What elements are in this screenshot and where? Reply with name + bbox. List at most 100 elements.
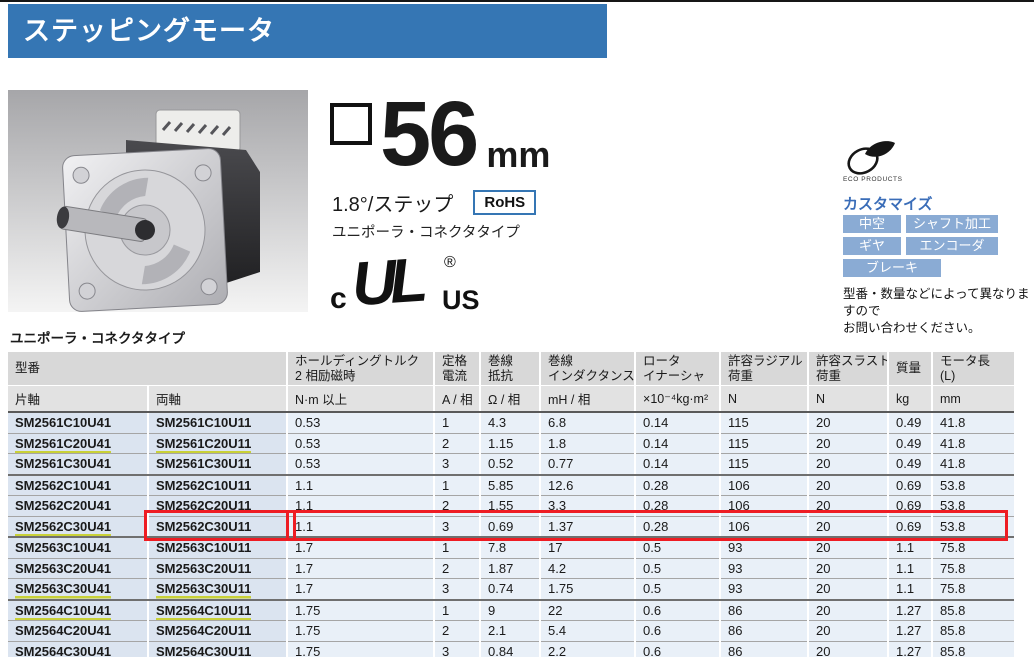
column-header: ロータ イナーシャ xyxy=(635,352,720,386)
value-cell: 93 xyxy=(720,579,808,600)
customize-note-line1: 型番・数量などによって異なりますので xyxy=(843,286,1034,320)
value-cell: 106 xyxy=(720,475,808,496)
value-cell: 0.69 xyxy=(888,475,932,496)
value-cell: 0.28 xyxy=(635,496,720,517)
svg-text:UL: UL xyxy=(350,246,427,313)
title-bar: ステッピングモータ xyxy=(8,4,607,58)
frame-size-spec: 56 mm xyxy=(330,92,550,176)
value-cell: 86 xyxy=(720,641,808,657)
motor-front-plate xyxy=(51,148,227,312)
model-number-single: SM2563C30U41 xyxy=(15,581,111,596)
model-number-single: SM2564C30U41 xyxy=(15,644,111,657)
model-cell-single: SM2562C20U41 xyxy=(8,496,148,517)
column-header-line2: 抵抗 xyxy=(488,369,539,384)
column-header: モータ長 (L) xyxy=(932,352,1014,386)
table-row: SM2562C30U41 SM2562C30U111.130.691.370.2… xyxy=(8,516,1014,537)
value-cell: 20 xyxy=(808,600,888,621)
model-number-double: SM2564C10U11 xyxy=(156,603,251,618)
spec-table: 型番 ホールディングトルク 2 相励磁時 定格 電流 巻線 抵抗 巻線 インダク… xyxy=(8,352,1014,657)
column-header-line1: モータ長 xyxy=(940,354,1014,369)
column-unit: mm xyxy=(932,386,1014,413)
value-cell: 0.14 xyxy=(635,433,720,454)
value-cell: 0.84 xyxy=(480,641,540,657)
value-cell: 4.2 xyxy=(540,558,635,579)
spec-table-wrap: 型番 ホールディングトルク 2 相励磁時 定格 電流 巻線 抵抗 巻線 インダク… xyxy=(8,352,1014,657)
value-cell: 0.52 xyxy=(480,454,540,475)
value-cell: 0.69 xyxy=(888,516,932,537)
value-cell: 0.49 xyxy=(888,433,932,454)
table-row: SM2561C10U41 SM2561C10U110.5314.36.80.14… xyxy=(8,412,1014,433)
value-cell: 1.1 xyxy=(888,579,932,600)
value-cell: 1.1 xyxy=(888,537,932,558)
model-number-single: SM2561C20U41 xyxy=(15,436,111,451)
value-cell: 93 xyxy=(720,537,808,558)
value-cell: 0.69 xyxy=(480,516,540,537)
model-cell-double: SM2561C10U11 xyxy=(148,412,287,433)
model-number-double: SM2563C30U11 xyxy=(156,581,251,596)
value-cell: 0.28 xyxy=(635,475,720,496)
value-cell: 22 xyxy=(540,600,635,621)
value-cell: 2.1 xyxy=(480,621,540,642)
table-row: SM2563C20U41 SM2563C20U111.721.874.20.59… xyxy=(8,558,1014,579)
product-type-label: ユニポーラ・コネクタタイプ xyxy=(332,221,520,242)
model-number-double: SM2563C20U11 xyxy=(156,561,251,576)
model-number-double: SM2561C30U11 xyxy=(156,456,251,471)
column-header-line2: 電流 xyxy=(442,369,479,384)
column-unit: kg xyxy=(888,386,932,413)
value-cell: 41.8 xyxy=(932,412,1014,433)
customize-badge: シャフト加工 xyxy=(906,215,998,233)
column-header-line1: 巻線 xyxy=(548,354,634,369)
column-unit: N·m 以上 xyxy=(287,386,434,413)
column-header-line2: 2 相励磁時 xyxy=(295,369,433,384)
column-header-line1: 許容スラスト xyxy=(816,354,887,369)
product-photo xyxy=(8,90,308,312)
table-row: SM2563C30U41 SM2563C30U111.730.741.750.5… xyxy=(8,579,1014,600)
model-number-single: SM2563C20U41 xyxy=(15,561,111,576)
rohs-badge: RoHS xyxy=(473,190,536,215)
value-cell: 0.5 xyxy=(635,537,720,558)
value-cell: 41.8 xyxy=(932,433,1014,454)
value-cell: 3 xyxy=(434,579,480,600)
value-cell: 1.1 xyxy=(287,496,434,517)
value-cell: 2 xyxy=(434,496,480,517)
model-cell-double: SM2564C10U11 xyxy=(148,600,287,621)
value-cell: 20 xyxy=(808,516,888,537)
square-frame-icon xyxy=(330,103,372,145)
customize-heading: カスタマイズ xyxy=(843,193,933,214)
svg-text:US: US xyxy=(442,285,480,313)
table-row: SM2564C10U41 SM2564C10U111.7519220.68620… xyxy=(8,600,1014,621)
model-cell-single: SM2563C10U41 xyxy=(8,537,148,558)
double-shaft-header: 両軸 xyxy=(148,386,287,413)
column-header-line1: 許容ラジアル xyxy=(728,354,807,369)
value-cell: 20 xyxy=(808,579,888,600)
column-unit: N xyxy=(808,386,888,413)
value-cell: 20 xyxy=(808,412,888,433)
value-cell: 1.7 xyxy=(287,558,434,579)
column-header: 巻線 抵抗 xyxy=(480,352,540,386)
model-cell-double: SM2561C30U11 xyxy=(148,454,287,475)
value-cell: 85.8 xyxy=(932,600,1014,621)
motor-image xyxy=(8,90,308,312)
value-cell: 86 xyxy=(720,621,808,642)
value-cell: 5.85 xyxy=(480,475,540,496)
table-row: SM2561C30U41 SM2561C30U110.5330.520.770.… xyxy=(8,454,1014,475)
model-number-single: SM2564C10U41 xyxy=(15,603,111,618)
model-cell-single: SM2562C10U41 xyxy=(8,475,148,496)
customize-note-line2: お問い合わせください。 xyxy=(843,320,1034,337)
value-cell: 0.5 xyxy=(635,579,720,600)
table-row: SM2562C10U41 SM2562C10U111.115.8512.60.2… xyxy=(8,475,1014,496)
value-cell: 106 xyxy=(720,516,808,537)
column-unit: ×10⁻⁴kg·m² xyxy=(635,386,720,413)
value-cell: 0.53 xyxy=(287,454,434,475)
value-cell: 1.1 xyxy=(287,516,434,537)
value-cell: 1.27 xyxy=(888,621,932,642)
value-cell: 86 xyxy=(720,600,808,621)
value-cell: 85.8 xyxy=(932,641,1014,657)
value-cell: 1.75 xyxy=(287,621,434,642)
value-cell: 3 xyxy=(434,641,480,657)
value-cell: 6.8 xyxy=(540,412,635,433)
model-cell-single: SM2561C10U41 xyxy=(8,412,148,433)
model-number-double: SM2562C10U11 xyxy=(156,478,251,493)
value-cell: 0.14 xyxy=(635,412,720,433)
value-cell: 1.75 xyxy=(287,641,434,657)
